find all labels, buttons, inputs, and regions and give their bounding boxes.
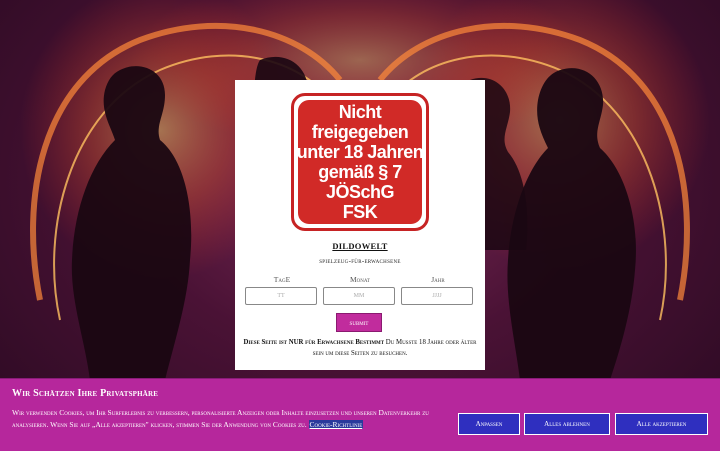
sign-line: JÖSchG (325, 182, 395, 202)
sign-line: freigegeben (311, 122, 409, 142)
date-labels: TagE Monat Jahr (245, 275, 475, 285)
customize-button[interactable]: Anpassen (458, 413, 520, 435)
sign-line: gemäß § 7 (318, 162, 402, 182)
cookie-banner: Wir Schätzen Ihre Privatsphäre Wir verwe… (0, 378, 720, 451)
cookie-banner-text: Wir verwenden Cookies, um Ihr Surferlebn… (12, 407, 452, 431)
fsk-18-sign: Nicht freigegeben unter 18 Jahren gemäß … (288, 90, 432, 234)
sign-line: unter 18 Jahren (296, 142, 424, 162)
site-name: DILDOWELT (332, 241, 388, 251)
month-label: Monat (349, 275, 370, 284)
age-verification-modal: Nicht freigegeben unter 18 Jahren gemäß … (235, 80, 485, 370)
year-label: Jahr (431, 275, 445, 284)
accept-all-button[interactable]: Alle akzeptieren (615, 413, 708, 435)
day-input[interactable] (245, 287, 317, 305)
cookie-banner-body: Wir verwenden Cookies, um Ihr Surferlebn… (12, 408, 429, 429)
day-label: TagE (273, 275, 291, 284)
fsk-sign-text: Nicht freigegeben unter 18 Jahren gemäß … (296, 100, 424, 224)
submit-button[interactable]: submit (336, 313, 382, 332)
sign-line: FSK (342, 202, 378, 222)
cookie-banner-title: Wir Schätzen Ihre Privatsphäre (12, 388, 159, 399)
site-subtitle: spielzeug-für-erwachsene (319, 257, 401, 265)
age-notice: Diese Seite ist NUR für Erwachsene Besti… (243, 337, 477, 359)
age-notice-bold: Diese Seite ist NUR für Erwachsene Besti… (243, 339, 385, 346)
month-input[interactable] (323, 287, 395, 305)
year-input[interactable] (401, 287, 473, 305)
sign-line: Nicht (338, 102, 382, 122)
reject-all-button[interactable]: Alles ablehnen (524, 413, 610, 435)
cookie-policy-link[interactable]: Cookie-Richtlinie (308, 420, 364, 429)
